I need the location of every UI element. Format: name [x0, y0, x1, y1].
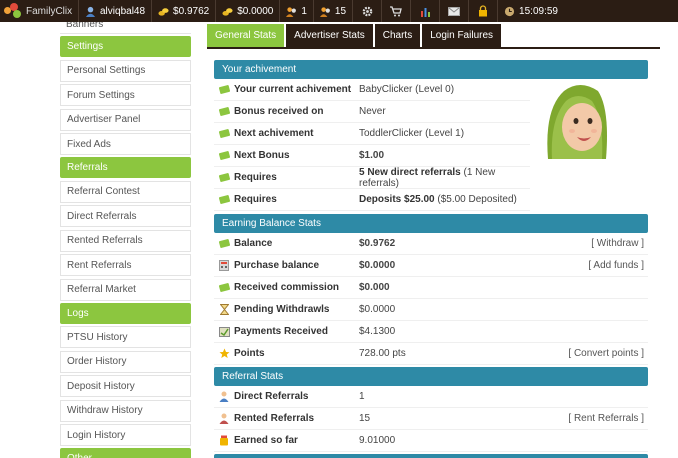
- achievement-row: Next achivement ToddlerClicker (Level 1): [214, 123, 530, 145]
- balance-item[interactable]: $0.9762: [151, 0, 215, 22]
- user-icon: [218, 413, 230, 424]
- sidebar-item-deposit-history[interactable]: Deposit History: [60, 375, 191, 397]
- logo-mark-icon: [4, 3, 22, 19]
- coins-icon: [158, 7, 169, 16]
- section-header-referral-stats: Referral Stats: [214, 367, 648, 386]
- payment-icon: [218, 326, 230, 337]
- referral-row-direct: Direct Referrals 1: [214, 386, 648, 408]
- user-icon: [218, 391, 230, 402]
- user-icon: [85, 6, 96, 17]
- money-icon: [218, 84, 230, 95]
- sidebar-header-other[interactable]: Other: [60, 448, 191, 458]
- hourglass-icon: [218, 304, 230, 315]
- money-icon: [218, 150, 230, 161]
- sidebar-item-forum-settings[interactable]: Forum Settings: [60, 84, 191, 106]
- sidebar-item-ptsu-history[interactable]: PTSU History: [60, 326, 191, 348]
- sidebar-item-order-history[interactable]: Order History: [60, 350, 191, 373]
- users-icon: [319, 6, 330, 17]
- tab-charts[interactable]: Charts: [374, 24, 421, 47]
- sidebar-header-logs[interactable]: Logs: [60, 302, 191, 324]
- clock-icon: [504, 6, 515, 16]
- coin-jar-icon: [218, 435, 230, 446]
- sidebar-item-direct-referrals[interactable]: Direct Referrals: [60, 205, 191, 227]
- stats-button[interactable]: [410, 0, 439, 22]
- cart-icon: [390, 5, 402, 16]
- tab-underline: [207, 47, 660, 49]
- purchase-balance-value: $0.0000: [237, 5, 274, 17]
- convert-points-link[interactable]: [ Convert points ]: [568, 348, 648, 359]
- username: alviqbal48: [100, 5, 146, 17]
- sidebar-item-referral-contest[interactable]: Referral Contest: [60, 180, 191, 203]
- money-icon: [218, 194, 230, 205]
- lock-icon: [479, 5, 488, 17]
- stats-tabs: General Stats Advertiser Stats Charts Lo…: [207, 24, 503, 47]
- sidebar-item-withdraw-history[interactable]: Withdraw History: [60, 399, 191, 422]
- server-time: 15:09:59: [497, 0, 564, 22]
- achievement-row: Next Bonus $1.00: [214, 145, 530, 167]
- star-icon: [218, 348, 230, 359]
- sidebar-header-settings[interactable]: Settings: [60, 36, 191, 57]
- purchase-balance-item[interactable]: $0.0000: [215, 0, 279, 22]
- calculator-icon: [218, 260, 230, 271]
- referral-row-earned: Earned so far 9.01000: [214, 430, 648, 452]
- tab-login-failures[interactable]: Login Failures: [422, 24, 502, 47]
- sidebar-item-rented-referrals[interactable]: Rented Referrals: [60, 229, 191, 252]
- coins-icon: [222, 7, 233, 16]
- achievement-row: Requires 5 New direct referrals (1 New r…: [214, 167, 530, 189]
- logout-button[interactable]: [468, 0, 497, 22]
- sidebar-item-banners[interactable]: Banners: [60, 22, 191, 34]
- sidebar-item-referral-market[interactable]: Referral Market: [60, 278, 191, 301]
- sidebar-item-fixed-ads[interactable]: Fixed Ads: [60, 133, 191, 155]
- top-bar: FamilyClix alviqbal48 $0.9762 $0.0000 1 …: [0, 0, 678, 22]
- achievement-baby-image: [544, 79, 608, 166]
- referral-row-rented: Rented Referrals 15 [ Rent Referrals ]: [214, 408, 648, 430]
- direct-referrals-item[interactable]: 1: [279, 0, 313, 22]
- achievement-row: Requires Deposits $25.00 ($5.00 Deposite…: [214, 189, 530, 211]
- logo[interactable]: FamilyClix: [0, 0, 78, 22]
- count-1: 1: [301, 5, 307, 17]
- next-section-header: [214, 454, 648, 458]
- earning-row-purchase-balance: Purchase balance $0.0000 [ Add funds ]: [214, 255, 648, 277]
- bar-chart-icon: [420, 7, 430, 17]
- withdraw-link[interactable]: [ Withdraw ]: [591, 238, 648, 249]
- money-icon: [218, 282, 230, 293]
- messages-button[interactable]: [439, 0, 468, 22]
- cart-button[interactable]: [381, 0, 410, 22]
- rent-referrals-link[interactable]: [ Rent Referrals ]: [568, 413, 648, 424]
- sidebar: Banners Settings Personal Settings Forum…: [60, 22, 191, 458]
- sidebar-item-personal-settings[interactable]: Personal Settings: [60, 59, 191, 82]
- achievement-row: Your current achivement BabyClicker (Lev…: [214, 79, 530, 101]
- earning-row-points: Points 728.00 pts [ Convert points ]: [214, 343, 648, 365]
- user-menu[interactable]: alviqbal48: [78, 0, 151, 22]
- count-2: 15: [334, 5, 347, 17]
- rented-referrals-item[interactable]: 15: [312, 0, 352, 22]
- money-icon: [218, 172, 230, 183]
- tab-advertiser-stats[interactable]: Advertiser Stats: [286, 24, 373, 47]
- money-icon: [218, 238, 230, 249]
- logo-text: FamilyClix: [26, 5, 73, 17]
- add-funds-link[interactable]: [ Add funds ]: [588, 260, 648, 271]
- sidebar-item-advertiser-panel[interactable]: Advertiser Panel: [60, 108, 191, 131]
- sidebar-header-referrals[interactable]: Referrals: [60, 157, 191, 178]
- mail-icon: [448, 6, 461, 16]
- earning-row-payments-received: Payments Received $4.1300: [214, 321, 648, 343]
- tab-general-stats[interactable]: General Stats: [207, 24, 285, 47]
- balance-value: $0.9762: [173, 5, 210, 17]
- money-icon: [218, 106, 230, 117]
- earning-row-pending-withdrawls: Pending Withdrawls $0.0000: [214, 299, 648, 321]
- section-header-achievement: Your achivement: [214, 60, 648, 79]
- sidebar-item-rent-referrals[interactable]: Rent Referrals: [60, 254, 191, 276]
- section-header-earning-balance: Earning Balance Stats: [214, 214, 648, 233]
- gear-icon: [362, 6, 372, 16]
- earning-row-commission: Received commission $0.000: [214, 277, 648, 299]
- settings-button[interactable]: [352, 0, 381, 22]
- users-icon: [286, 6, 297, 17]
- time-value: 15:09:59: [519, 5, 558, 17]
- sidebar-item-login-history[interactable]: Login History: [60, 424, 191, 446]
- achievement-row: Bonus received on Never: [214, 101, 530, 123]
- earning-row-balance: Balance $0.9762 [ Withdraw ]: [214, 233, 648, 255]
- main-content: Your achivement Your current achivement …: [214, 60, 648, 458]
- money-icon: [218, 128, 230, 139]
